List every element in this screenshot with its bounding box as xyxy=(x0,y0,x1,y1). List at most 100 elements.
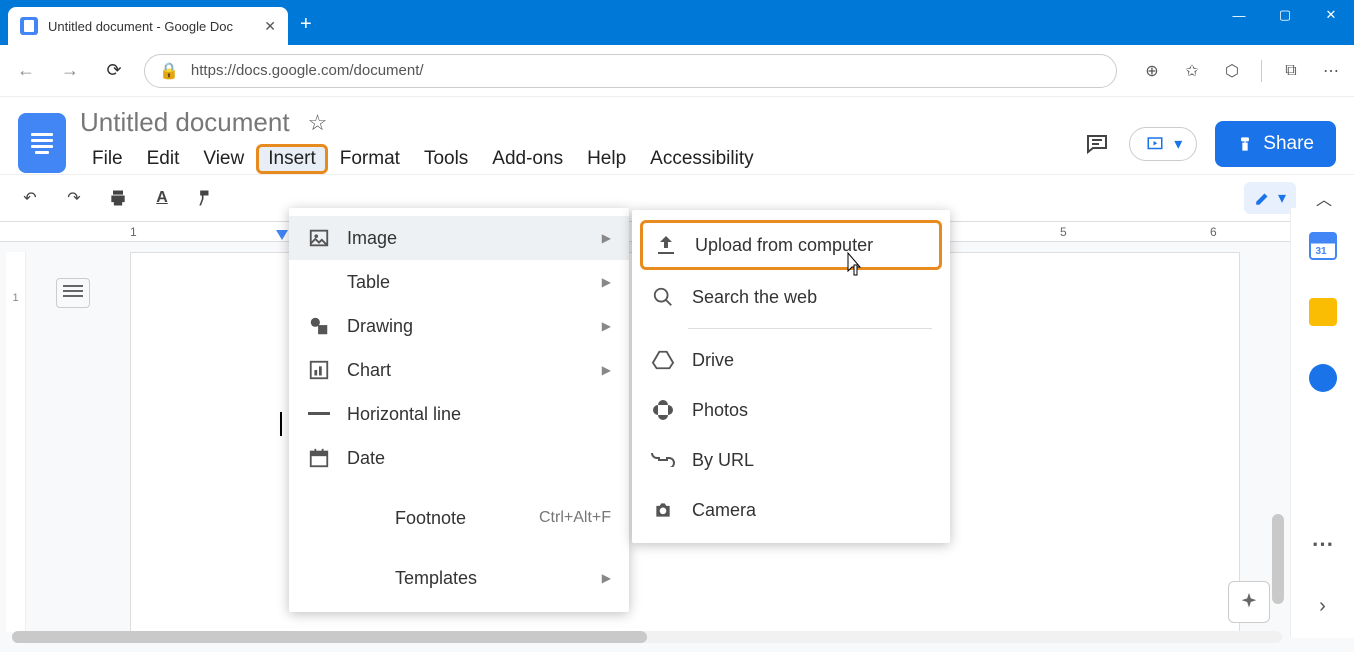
photos-item[interactable]: Photos xyxy=(632,385,950,435)
docs-logo[interactable] xyxy=(18,113,66,173)
url-text: https://docs.google.com/document/ xyxy=(191,62,424,79)
insert-date-item[interactable]: Date xyxy=(289,436,629,480)
separator xyxy=(1261,60,1262,82)
comments-icon[interactable] xyxy=(1083,132,1111,156)
search-icon xyxy=(650,284,676,310)
vertical-ruler[interactable]: 1 xyxy=(6,252,26,632)
browser-addressbar: ← → ⟳ 🔒 https://docs.google.com/document… xyxy=(0,45,1354,97)
ruler-mark: 1 xyxy=(130,225,137,239)
insert-templates-item[interactable]: Templates ▶ xyxy=(337,556,629,600)
zoom-icon[interactable]: ⊕ xyxy=(1141,60,1163,82)
paint-format-button[interactable] xyxy=(194,186,218,210)
insert-image-item[interactable]: Image ▶ xyxy=(289,216,629,260)
spellcheck-button[interactable]: A xyxy=(150,186,174,210)
chevron-right-icon: ▶ xyxy=(602,363,611,377)
chevron-down-icon: ▾ xyxy=(1278,188,1286,208)
browser-titlebar: Untitled document - Google Doc ✕ + — ▢ ✕ xyxy=(0,0,1354,45)
chevron-down-icon: ▾ xyxy=(1174,134,1182,154)
editing-mode-button[interactable]: ▾ xyxy=(1244,182,1296,214)
separator xyxy=(688,328,932,329)
upload-icon xyxy=(653,232,679,258)
image-submenu-dropdown: Upload from computer Search the web Driv… xyxy=(632,210,950,543)
drive-item[interactable]: Drive xyxy=(632,335,950,385)
camera-item[interactable]: Camera xyxy=(632,485,950,535)
back-button[interactable]: ← xyxy=(12,57,40,85)
explore-button[interactable] xyxy=(1228,581,1270,623)
forward-button[interactable]: → xyxy=(56,57,84,85)
calendar-app-icon[interactable]: 31 xyxy=(1309,232,1337,260)
menu-help[interactable]: Help xyxy=(575,144,638,174)
url-field[interactable]: 🔒 https://docs.google.com/document/ xyxy=(144,54,1117,88)
tab-title: Untitled document - Google Doc xyxy=(48,19,254,34)
share-button[interactable]: Share xyxy=(1215,121,1336,167)
share-label: Share xyxy=(1263,133,1314,155)
window-controls: — ▢ ✕ xyxy=(1216,0,1354,30)
indent-marker-icon[interactable] xyxy=(276,230,288,242)
present-mode-button[interactable]: ▾ xyxy=(1129,127,1197,161)
templates-icon xyxy=(355,566,379,590)
docs-favicon xyxy=(20,17,38,35)
menu-insert[interactable]: Insert xyxy=(256,144,328,174)
insert-drawing-item[interactable]: Drawing ▶ xyxy=(289,304,629,348)
menu-tools[interactable]: Tools xyxy=(412,144,480,174)
collapse-toolbar-button[interactable]: ︿ xyxy=(1312,186,1336,210)
insert-hline-item[interactable]: Horizontal line xyxy=(289,392,629,436)
redo-button[interactable]: ↷ xyxy=(62,186,86,210)
drive-icon xyxy=(650,347,676,373)
menu-format[interactable]: Format xyxy=(328,144,412,174)
ruler-mark: 6 xyxy=(1210,225,1217,239)
print-button[interactable] xyxy=(106,186,130,210)
menu-view[interactable]: View xyxy=(191,144,256,174)
document-title[interactable]: Untitled document xyxy=(80,107,290,138)
undo-button[interactable]: ↶ xyxy=(18,186,42,210)
ruler-mark: 5 xyxy=(1060,225,1067,239)
new-tab-button[interactable]: + xyxy=(300,13,312,36)
browser-menu-icon[interactable]: ⋯ xyxy=(1320,60,1342,82)
date-icon xyxy=(307,446,331,470)
reload-button[interactable]: ⟳ xyxy=(100,57,128,85)
insert-table-item[interactable]: Table ▶ xyxy=(289,260,629,304)
chart-icon xyxy=(307,358,331,382)
upload-from-computer-item[interactable]: Upload from computer xyxy=(640,220,942,270)
collections-icon[interactable]: ⧉ xyxy=(1280,60,1302,82)
menu-addons[interactable]: Add-ons xyxy=(480,144,575,174)
text-cursor xyxy=(280,412,282,436)
outline-toggle-button[interactable] xyxy=(56,278,90,308)
photos-icon xyxy=(650,397,676,423)
insert-chart-item[interactable]: Chart ▶ xyxy=(289,348,629,392)
tasks-app-icon[interactable] xyxy=(1309,364,1337,392)
search-the-web-item[interactable]: Search the web xyxy=(632,272,950,322)
link-icon xyxy=(650,447,676,473)
vertical-scrollbar[interactable] xyxy=(1272,514,1284,604)
lock-icon: 🔒 xyxy=(159,61,179,81)
more-apps-icon[interactable]: ⋯ xyxy=(1312,531,1334,557)
tab-close-icon[interactable]: ✕ xyxy=(264,18,276,35)
favorite-icon[interactable]: ✩ xyxy=(1181,60,1203,82)
chevron-right-icon: ▶ xyxy=(602,319,611,333)
insert-footnote-item[interactable]: Footnote Ctrl+Alt+F xyxy=(337,496,629,540)
chevron-right-icon: ▶ xyxy=(602,231,611,245)
line-icon xyxy=(307,402,331,426)
keep-app-icon[interactable] xyxy=(1309,298,1337,326)
table-icon xyxy=(307,270,331,294)
side-panel: 31 ⋯ › xyxy=(1290,208,1354,638)
extensions-icon[interactable]: ⬡ xyxy=(1221,60,1243,82)
browser-tab[interactable]: Untitled document - Google Doc ✕ xyxy=(8,7,288,45)
docs-header: Untitled document ☆ File Edit View Inser… xyxy=(0,97,1354,174)
minimize-button[interactable]: — xyxy=(1216,0,1262,30)
drawing-icon xyxy=(307,314,331,338)
menubar: File Edit View Insert Format Tools Add-o… xyxy=(80,144,1069,174)
close-window-button[interactable]: ✕ xyxy=(1308,0,1354,30)
horizontal-scrollbar[interactable] xyxy=(12,631,1282,643)
image-icon xyxy=(307,226,331,250)
maximize-button[interactable]: ▢ xyxy=(1262,0,1308,30)
chevron-right-icon: ▶ xyxy=(602,275,611,289)
by-url-item[interactable]: By URL xyxy=(632,435,950,485)
collapse-panel-icon[interactable]: › xyxy=(1319,595,1326,618)
menu-file[interactable]: File xyxy=(80,144,135,174)
chevron-right-icon: ▶ xyxy=(602,571,611,585)
menu-accessibility[interactable]: Accessibility xyxy=(638,144,765,174)
star-icon[interactable]: ☆ xyxy=(308,110,328,136)
menu-edit[interactable]: Edit xyxy=(135,144,192,174)
camera-icon xyxy=(650,497,676,523)
